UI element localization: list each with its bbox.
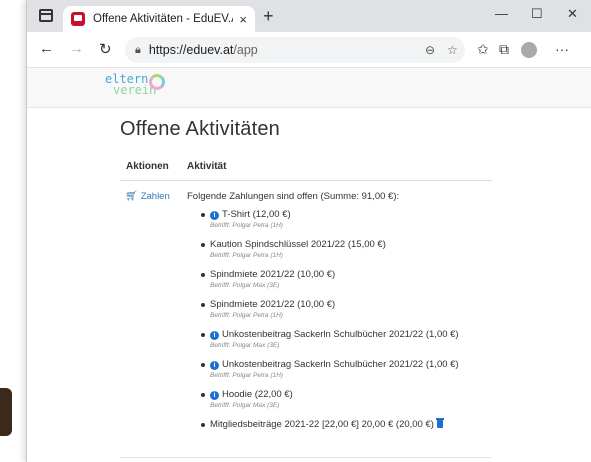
address-bar[interactable]: 🔒︎ https://eduev.at/app — [125, 37, 465, 63]
favicon-icon — [71, 12, 85, 26]
navigation-bar: ← → ↻ 🔒︎ https://eduev.at/app ⊖ ☆ ✩ ⧉ ··… — [27, 32, 591, 68]
list-item: i Unkostenbeitrag Sackerln Schulbücher 20… — [201, 359, 492, 380]
page-viewport: eltern verein Offene Aktivitäten Aktione… — [27, 68, 591, 462]
item-concerns: Betrifft: Polgar Petra (1H) — [210, 252, 283, 259]
payment-list: i T-Shirt (12,00 €) Betrifft: Polgar Petr… — [187, 209, 492, 431]
title-bar: Offene Aktivitäten - EduEV.App × + — ☐ ✕ — [27, 0, 591, 32]
table-row: 🛒︎ Zahlen Folgende Zahlungen sind offen … — [120, 181, 492, 440]
desktop-background-shape — [0, 388, 12, 436]
url-path: /app — [233, 43, 258, 57]
item-concerns: Betrifft: Polgar Max (3E) — [210, 342, 280, 349]
footer-divider — [120, 457, 492, 458]
list-item: i T-Shirt (12,00 €) Betrifft: Polgar Petr… — [201, 209, 492, 230]
pay-button[interactable]: 🛒︎ Zahlen — [125, 191, 170, 202]
profile-avatar[interactable] — [521, 42, 537, 58]
info-icon[interactable]: i — [210, 331, 219, 340]
pay-button-label: Zahlen — [140, 191, 170, 202]
list-item: Spindmiete 2021/22 (10,00 €) Betrifft: P… — [201, 269, 492, 290]
list-item: Spindmiete 2021/22 (10,00 €) Betrifft: P… — [201, 299, 492, 320]
site-header: eltern verein — [27, 68, 591, 108]
column-header-actions: Aktionen — [126, 161, 169, 172]
page-title: Offene Aktivitäten — [120, 118, 280, 140]
minimize-button[interactable]: — — [495, 6, 508, 21]
window-menu-icon[interactable] — [39, 9, 53, 22]
info-icon[interactable]: i — [210, 391, 219, 400]
list-item: Kaution Spindschlüssel 2021/22 (15,00 €)… — [201, 239, 492, 260]
info-icon[interactable]: i — [210, 211, 219, 220]
list-item: i Hoodie (22,00 €) Betrifft: Polgar Max (… — [201, 389, 492, 410]
open-payments-intro: Folgende Zahlungen sind offen (Summe: 91… — [187, 191, 400, 202]
tab-close-button[interactable]: × — [239, 12, 247, 27]
browser-window: Offene Aktivitäten - EduEV.App × + — ☐ ✕… — [26, 0, 591, 462]
list-item: i Unkostenbeitrag Sackerln Schulbücher 20… — [201, 329, 492, 350]
table-header: Aktionen Aktivität — [120, 155, 492, 181]
info-icon[interactable]: i — [210, 361, 219, 370]
item-concerns: Betrifft: Polgar Petra (1H) — [210, 372, 283, 379]
tab-title: Offene Aktivitäten - EduEV.App — [93, 13, 233, 25]
back-arrow-icon[interactable]: ← — [39, 40, 54, 57]
forward-arrow-icon[interactable]: → — [69, 40, 84, 57]
favorite-star-icon[interactable]: ☆ — [447, 43, 458, 57]
list-item: Mitgliedsbeiträge 2021-22 [22,00 €] 20,0… — [201, 418, 492, 431]
favorites-bar-icon[interactable]: ✩ — [477, 41, 489, 58]
more-menu-icon[interactable]: ··· — [555, 41, 569, 57]
lock-icon: 🔒︎ — [135, 43, 141, 56]
close-window-button[interactable]: ✕ — [567, 6, 578, 22]
column-header-activity: Aktivität — [187, 161, 227, 172]
collections-icon[interactable]: ⧉ — [499, 41, 509, 58]
logo-ring-icon — [149, 74, 165, 90]
item-concerns: Betrifft: Polgar Petra (1H) — [210, 222, 283, 229]
item-concerns: Betrifft: Polgar Max (3E) — [210, 282, 280, 289]
main-content: Offene Aktivitäten Aktionen Aktivität 🛒︎… — [120, 118, 492, 440]
zoom-icon[interactable]: ⊖ — [425, 43, 435, 57]
trash-icon[interactable] — [435, 418, 444, 428]
shopping-cart-icon: 🛒︎ — [125, 191, 138, 202]
reload-icon[interactable]: ↻ — [99, 40, 112, 58]
browser-tab[interactable]: Offene Aktivitäten - EduEV.App × — [63, 6, 255, 32]
url-host: https://eduev.at — [148, 43, 234, 57]
new-tab-button[interactable]: + — [263, 6, 274, 27]
maximize-button[interactable]: ☐ — [531, 6, 543, 22]
item-concerns: Betrifft: Polgar Max (3E) — [210, 402, 280, 409]
item-concerns: Betrifft: Polgar Petra (1H) — [210, 312, 283, 319]
